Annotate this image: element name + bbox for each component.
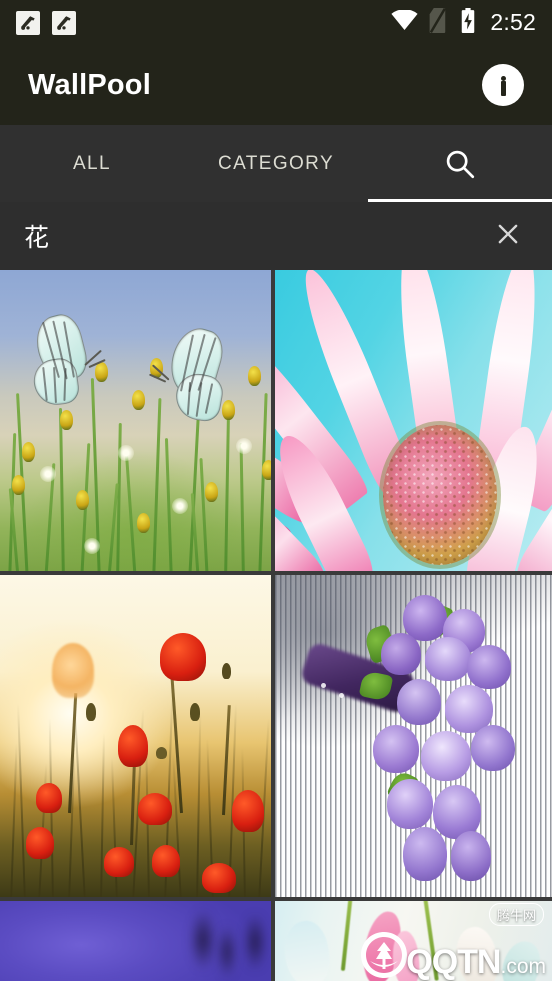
tab-all[interactable]: ALL <box>0 125 184 202</box>
status-bar-clock: 2:52 <box>490 9 536 35</box>
wallpaper-thumb-pink-daisy[interactable] <box>275 270 552 571</box>
app-bar: WallPool <box>0 45 552 125</box>
tab-search[interactable] <box>368 125 552 202</box>
app-notification-icon <box>16 10 40 35</box>
app-notification-icon <box>52 10 76 35</box>
wallpaper-thumb-butterflies[interactable] <box>0 270 271 571</box>
thumb-artwork <box>275 575 552 897</box>
wallpaper-thumb-purple-blur[interactable] <box>0 901 271 981</box>
tab-bar: ALL CATEGORY <box>0 125 552 202</box>
status-bar: 2:52 <box>0 0 552 45</box>
wifi-icon <box>391 8 419 36</box>
tab-category-label: CATEGORY <box>217 152 335 174</box>
tab-all-label: ALL <box>72 152 111 174</box>
app-title: WallPool <box>28 68 151 101</box>
thumb-artwork <box>0 901 271 981</box>
daisy-center-texture <box>383 425 497 565</box>
no-sim-card-icon <box>429 7 449 38</box>
info-icon-dot <box>500 75 506 81</box>
tab-category[interactable]: CATEGORY <box>184 125 368 202</box>
wallpaper-thumb-pale-pink[interactable] <box>275 901 552 981</box>
thumb-artwork <box>275 901 552 981</box>
thumb-artwork <box>275 270 552 571</box>
wallpaper-thumb-purple-bouquet[interactable] <box>275 575 552 897</box>
butterfly-left <box>30 310 106 411</box>
thumb-artwork <box>0 575 271 897</box>
info-icon <box>482 64 524 106</box>
close-icon <box>495 221 521 252</box>
info-button[interactable] <box>482 64 524 106</box>
wallpaper-grid: QQTN.com 腾牛网 <box>0 270 552 981</box>
wallpaper-thumb-poppies[interactable] <box>0 575 271 897</box>
search-input[interactable]: 花 <box>24 218 50 254</box>
clear-search-button[interactable] <box>488 216 528 256</box>
battery-charging-icon <box>460 7 476 38</box>
butterfly-right <box>149 322 232 424</box>
status-bar-system-icons: 2:52 <box>391 7 536 38</box>
search-icon <box>443 147 477 181</box>
info-icon-stem <box>500 81 506 96</box>
thumb-artwork <box>0 270 271 571</box>
app-root: 2:52 WallPool ALL CATEGORY 花 QQTN.com 腾牛… <box>0 0 552 981</box>
search-bar: 花 <box>0 202 552 270</box>
status-bar-notifications <box>16 10 76 35</box>
daisy-center <box>383 425 497 565</box>
